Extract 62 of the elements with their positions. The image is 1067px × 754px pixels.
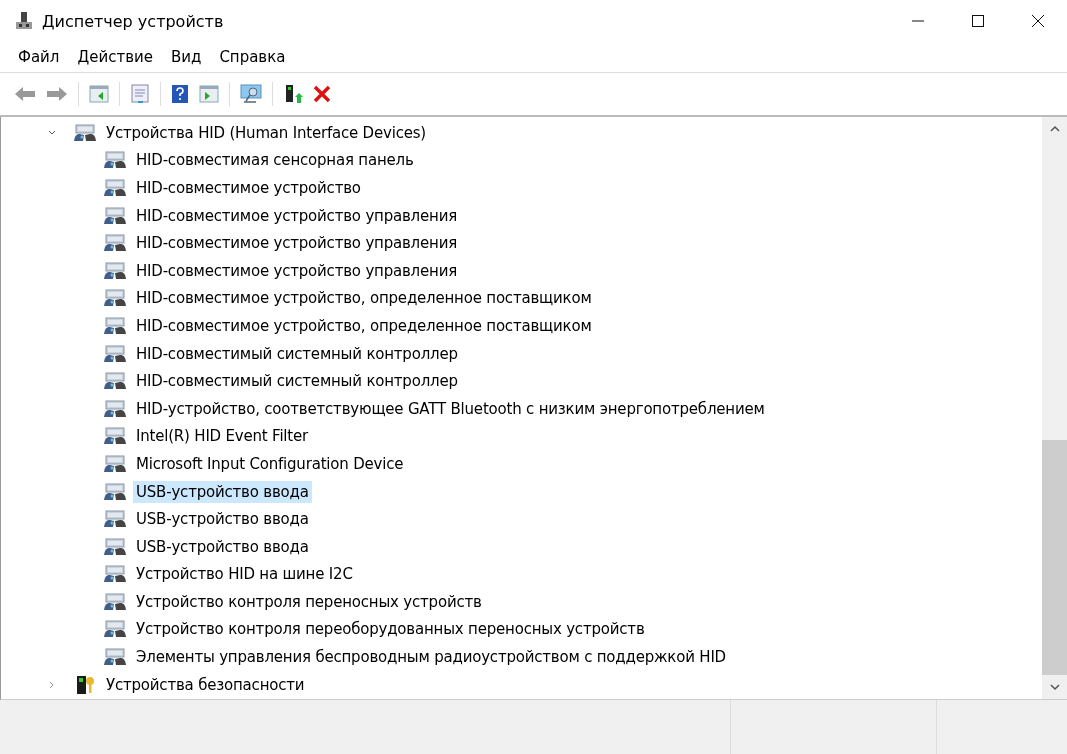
menu-item[interactable]: Действие [77, 48, 153, 66]
hid-device-icon [103, 371, 127, 392]
hid-device-icon [103, 426, 127, 447]
scrollbar-track[interactable] [1042, 117, 1067, 699]
hid-device-icon [103, 288, 127, 309]
properties-icon[interactable] [130, 84, 150, 104]
tree-item[interactable]: HID-совместимое устройство [133, 177, 364, 199]
window-panel-icon[interactable] [89, 85, 109, 103]
menu-item[interactable]: Вид [170, 48, 202, 66]
tree-item[interactable]: HID-совместимое устройство, определенное поставщиком [133, 287, 595, 310]
hid-device-icon [103, 536, 127, 557]
hid-device-icon [103, 453, 127, 474]
hid-device-icon [103, 233, 127, 254]
tree-item[interactable]: Устройство HID на шине I2C [133, 563, 356, 586]
tree-item[interactable]: USB-устройство ввода [133, 535, 312, 558]
hid-device-icon [103, 398, 127, 419]
tree-item[interactable]: Устройство контроля переоборудованных переносных устройств [133, 618, 648, 641]
hid-device-icon [103, 509, 127, 530]
tree-item[interactable]: HID-совместимая сенсорная панель [133, 149, 417, 172]
scrollbar-thumb[interactable] [1042, 440, 1067, 675]
tree-item[interactable]: HID-устройство, соответствующее GATT Bluetooth с низким энергопотреблением [133, 397, 768, 420]
hid-device-icon [103, 591, 127, 612]
tree-item[interactable]: Устройство контроля переносных устройств [133, 590, 485, 613]
close-icon[interactable] [1031, 14, 1045, 28]
tree-item[interactable]: USB-устройство ввода [133, 508, 312, 531]
window-title: Диспетчер устройств [42, 11, 224, 31]
hid-device-icon [103, 647, 127, 668]
tree-item[interactable]: Устройства безопасности [103, 673, 308, 696]
forward-arrow-icon[interactable] [46, 86, 68, 102]
add-driver-icon[interactable] [283, 84, 303, 104]
hid-device-icon [103, 481, 127, 502]
menu-item[interactable]: Справка [219, 48, 286, 66]
hid-device-icon [103, 205, 127, 226]
hid-device-icon [103, 564, 127, 585]
hid-device-icon [103, 315, 127, 336]
hid-device-icon [103, 150, 127, 171]
tree-item[interactable]: HID-совместимый системный контроллер [133, 370, 461, 393]
maximize-icon[interactable] [971, 14, 985, 28]
window-panel-icon[interactable] [199, 85, 219, 103]
back-arrow-icon[interactable] [14, 86, 36, 102]
hid-device-icon [73, 122, 97, 143]
scroll-up-icon[interactable] [1049, 125, 1060, 133]
menu-item[interactable]: Файл [18, 48, 60, 66]
device-manager-icon [14, 11, 34, 31]
tree-item[interactable]: HID-совместимое устройство, определенное поставщиком [133, 314, 595, 337]
hid-device-icon [103, 343, 127, 364]
tree-item[interactable]: Microsoft Input Configuration Device [133, 452, 407, 475]
scroll-down-icon[interactable] [1049, 683, 1060, 691]
tree-item[interactable]: HID-совместимое устройство управления [133, 232, 460, 255]
tree-item[interactable]: Элементы управления беспроводным радиоустройством с поддержкой HID [133, 646, 729, 669]
tree-item[interactable]: Устройства HID (Human Interface Devices) [103, 121, 429, 144]
hid-device-icon [103, 619, 127, 640]
tree-item[interactable]: Intel(R) HID Event Filter [133, 425, 311, 448]
monitor-search-icon[interactable] [240, 84, 262, 104]
hid-device-icon [103, 178, 127, 198]
delete-icon[interactable] [313, 85, 331, 103]
tree-item[interactable]: HID-совместимое устройство управления [133, 204, 460, 227]
tree-item[interactable]: HID-совместимый системный контроллер [133, 342, 461, 365]
hid-device-icon [103, 260, 127, 281]
tree-item[interactable]: USB-устройство ввода [133, 480, 312, 503]
tree-item[interactable]: HID-совместимое устройство управления [133, 259, 460, 282]
help-icon[interactable] [171, 84, 189, 104]
